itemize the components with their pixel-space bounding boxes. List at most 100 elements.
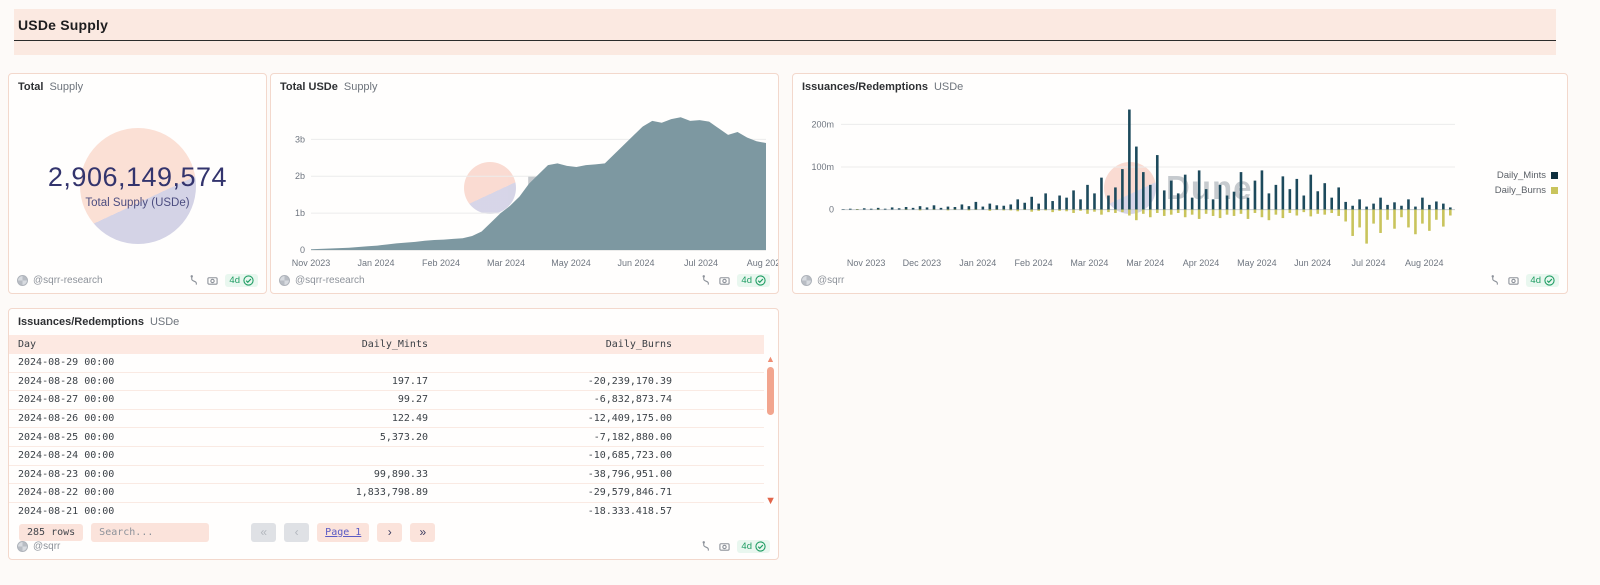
legend-swatch-mints [1551,172,1558,179]
series-daily-burns [856,210,1452,244]
counter-card-title: TotalSupply [18,81,83,93]
page-title: USDe Supply [18,17,108,33]
camera-icon[interactable] [719,275,730,286]
column-header-burns: Daily_Burns [428,339,672,350]
author-avatar [801,275,812,286]
table-row: 2024-08-24 00:00-10,685,723.00 [9,447,764,466]
cell-day: 2024-08-27 00:00 [9,394,354,405]
cell-daily-burns: -20,239,170.39 [428,376,672,387]
table-card-title: Issuances/RedemptionsUSDe [18,316,179,328]
table-scrollbar[interactable]: ▲ [766,355,775,415]
refresh-age-badge[interactable]: 4d [737,540,770,553]
counter-card: TotalSupply 2,906,149,574 Total Supply (… [8,73,267,294]
svg-text:Jan 2024: Jan 2024 [357,258,394,268]
fork-icon[interactable] [189,275,200,286]
issuance-chart-card: Issuances/RedemptionsUSDe Dune 0100m200m… [792,73,1568,294]
svg-text:Nov 2023: Nov 2023 [292,258,331,268]
refresh-age-badge[interactable]: 4d [737,274,770,287]
cell-day: 2024-08-21 00:00 [9,506,354,514]
author-avatar [279,275,290,286]
camera-icon[interactable] [207,275,218,286]
supply-area-chart: 01b2b3bNov 2023Jan 2024Feb 2024Mar 2024M… [271,96,778,277]
author-handle[interactable]: @sqrr [33,541,60,552]
supply-chart-card: Total USDeSupply Dune 01b2b3bNov 2023Jan… [270,73,779,294]
chart-legend: Daily_Mints Daily_Burns [1495,170,1558,196]
x-axis: Nov 2023Jan 2024Feb 2024Mar 2024May 2024… [292,258,778,268]
issuance-bar-chart: 0100m200mNov 2023Dec 2023Jan 2024Feb 202… [793,96,1567,277]
author-avatar [17,541,28,552]
cell-daily-mints: 5,373.20 [354,432,428,443]
cell-daily-burns: -18,333,418.57 [428,506,672,514]
svg-text:Aug 2024: Aug 2024 [1405,258,1444,268]
svg-text:Jul 2024: Jul 2024 [684,258,718,268]
cell-day: 2024-08-26 00:00 [9,413,354,424]
scroll-up-icon[interactable]: ▲ [766,355,775,364]
camera-icon[interactable] [719,541,730,552]
svg-text:Mar 2024: Mar 2024 [1070,258,1108,268]
y-axis: 01b2b3b [295,134,305,255]
author-handle[interactable]: @sqrr [817,275,844,286]
cell-daily-mints: 99,890.33 [354,469,428,480]
svg-text:0: 0 [829,205,834,215]
table-row: 2024-08-22 00:001,833,798.89-29,579,846.… [9,484,764,503]
supply-chart-title: Total USDeSupply [280,81,378,93]
svg-text:Jan 2024: Jan 2024 [959,258,996,268]
cell-daily-burns: -29,579,846.71 [428,487,672,498]
column-header-mints: Daily_Mints [354,339,428,350]
camera-icon[interactable] [1508,275,1519,286]
legend-item-burns[interactable]: Daily_Burns [1495,185,1558,196]
counter-card-footer: @sqrr-research 4d [17,272,258,288]
table-row: 2024-08-25 00:005,373.20-7,182,880.00 [9,428,764,447]
author-handle[interactable]: @sqrr-research [295,275,365,286]
legend-item-mints[interactable]: Daily_Mints [1497,170,1558,181]
author-handle[interactable]: @sqrr-research [33,275,103,286]
cell-daily-burns: -7,182,880.00 [428,432,672,443]
cell-daily-mints: 122.49 [354,413,428,424]
table-row: 2024-08-28 00:00197.17-20,239,170.39 [9,373,764,392]
cell-day: 2024-08-23 00:00 [9,469,354,480]
scrollbar-thumb[interactable] [767,367,774,415]
column-header-day: Day [9,339,354,350]
issuance-table-card: Issuances/RedemptionsUSDe Day Daily_Mint… [8,308,779,560]
supply-area-series [311,117,766,250]
dashboard-header-titlebar: USDe Supply [14,9,1556,41]
svg-text:May 2024: May 2024 [551,258,591,268]
check-icon [755,541,766,552]
grid [841,124,1455,209]
table-row: 2024-08-23 00:0099,890.33-38,796,951.00 [9,466,764,485]
refresh-age-badge[interactable]: 4d [1526,274,1559,287]
svg-text:Jul 2024: Jul 2024 [1351,258,1385,268]
svg-text:1b: 1b [295,208,305,218]
fork-icon[interactable] [701,275,712,286]
svg-text:100m: 100m [811,162,834,172]
check-icon [1544,275,1555,286]
scroll-down-icon[interactable]: ▼ [765,495,776,507]
svg-text:Jun 2024: Jun 2024 [1294,258,1331,268]
counter: 2,906,149,574 Total Supply (USDe) [9,162,266,209]
svg-text:200m: 200m [811,119,834,129]
table-card-footer: @sqrr 4d [17,538,770,554]
svg-text:2b: 2b [295,171,305,181]
cell-daily-burns: -12,409,175.00 [428,413,672,424]
table-header-row: Day Daily_Mints Daily_Burns [9,335,764,354]
svg-text:Dec 2023: Dec 2023 [903,258,942,268]
x-axis: Nov 2023Dec 2023Jan 2024Feb 2024Mar 2024… [847,258,1444,268]
cell-day: 2024-08-25 00:00 [9,432,354,443]
svg-text:Mar 2024: Mar 2024 [487,258,525,268]
check-icon [243,275,254,286]
cell-daily-burns: -10,685,723.00 [428,450,672,461]
fork-icon[interactable] [701,541,712,552]
cell-daily-burns: -6,832,873.74 [428,394,672,405]
author-avatar [17,275,28,286]
cell-daily-mints: 1,833,798.89 [354,487,428,498]
cell-day: 2024-08-28 00:00 [9,376,354,387]
cell-daily-mints: 99.27 [354,394,428,405]
table-row: 2024-08-27 00:0099.27-6,832,873.74 [9,391,764,410]
table-body: 2024-08-29 00:002024-08-28 00:00197.17-2… [9,354,764,514]
fork-icon[interactable] [1490,275,1501,286]
refresh-age-badge[interactable]: 4d [225,274,258,287]
y-axis: 0 100m 200m [811,119,834,214]
check-icon [755,275,766,286]
svg-text:Feb 2024: Feb 2024 [1015,258,1053,268]
dashboard-header: USDe Supply [14,9,1556,55]
